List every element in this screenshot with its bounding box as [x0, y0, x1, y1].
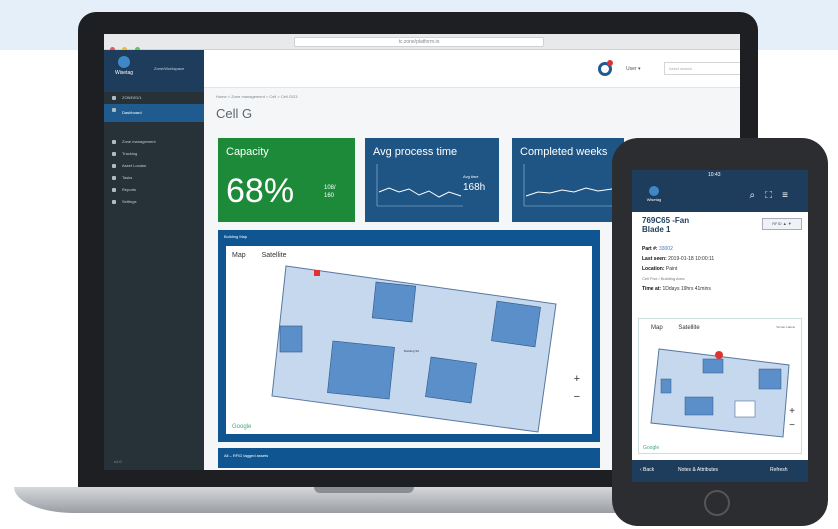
logo: Wisetag — [110, 56, 138, 86]
back-button[interactable]: ‹ Back — [640, 467, 654, 473]
avg-time-label: Avg time — [463, 174, 479, 179]
breadcrumb[interactable]: Home > Zone management > Cell > Cell G/2… — [216, 94, 298, 99]
completed-weeks-label: Completed weeks — [520, 146, 608, 158]
part-label: Part #: — [642, 246, 658, 252]
last-seen-value: 2019-01-18 10:00:11 — [668, 256, 715, 262]
phone-home-button[interactable] — [704, 490, 730, 516]
phone-tag-button[interactable]: RFID ▲ ▼ — [762, 218, 802, 230]
address-bar[interactable]: tc.zone/platform.io — [294, 37, 544, 47]
sidebar-header: Wisetag Zone/Workspace — [104, 50, 204, 92]
phone-nav-icons[interactable]: ⌕⛶≡ — [750, 190, 798, 201]
phone-map[interactable]: Map Satellite Terrain Labels + − Google — [638, 318, 802, 454]
sidebar-item-asset-locator[interactable]: Asset Locator — [104, 160, 204, 172]
notification-icon[interactable] — [598, 60, 613, 76]
last-seen-label: Last seen: — [642, 256, 667, 262]
time-at-value: 1Ddays 19hrs 41mins — [662, 286, 711, 292]
google-logo: Google — [643, 445, 660, 451]
avg-process-label: Avg process time — [373, 146, 458, 158]
phone-floor-plan — [650, 348, 790, 438]
sidebar-item-settings[interactable]: Settings — [104, 196, 204, 208]
phone-bottom-bar: ‹ Back Notes & Attributes Refresh — [632, 460, 808, 482]
zone-block — [279, 325, 303, 353]
sidebar-item-reports[interactable]: Reports — [104, 184, 204, 196]
floor-plan: Building 5A — [271, 265, 557, 433]
completed-weeks-sparkline — [523, 164, 614, 207]
phone-item-title: 769C65 -Fan Blade 1 — [642, 216, 690, 234]
sidebar-item-dashboard[interactable]: Dashboard — [104, 104, 204, 122]
laptop-base — [14, 487, 714, 513]
notes-attributes-button[interactable]: Notes & Attributes — [678, 467, 718, 473]
zone-block — [327, 340, 395, 400]
location-label: Location: — [642, 266, 665, 272]
location-sub: Cell Five / Building Area — [642, 276, 685, 281]
scene: tc.zone/platform.io Wisetag Zone/Workspa… — [0, 0, 838, 529]
workspace-label[interactable]: Zone/Workspace — [154, 66, 184, 71]
sidebar-item-zone[interactable]: ZONE/ID/1 — [104, 92, 204, 104]
phone-screen: 10:43 Wisetag ⌕⛶≡ 769C65 -Fan Blade 1 RF… — [632, 170, 808, 482]
capacity-value: 68% — [226, 172, 295, 210]
building-map-panel: Building Map Map Satellite Building 5A +… — [218, 230, 600, 442]
zone-block — [371, 281, 417, 323]
capacity-card[interactable]: Capacity 68% 108/ 160 — [218, 138, 355, 222]
menu-icon[interactable]: ≡ — [782, 190, 798, 201]
part-value: 33002 — [658, 246, 673, 252]
sidebar-item-zone-management[interactable]: Zone management — [104, 136, 204, 148]
capacity-label: Capacity — [226, 146, 269, 158]
sidebar-item-tasks[interactable]: Tasks — [104, 172, 204, 184]
completed-weeks-card[interactable]: Completed weeks — [512, 138, 624, 222]
globe-icon — [649, 186, 659, 196]
search-input[interactable]: Asset search — [664, 62, 740, 75]
expand-icon[interactable]: ⛶ — [765, 190, 782, 201]
zone-block — [491, 300, 541, 348]
zoom-controls: + − — [574, 370, 580, 406]
sidebar-item-tracking[interactable]: Tracking — [104, 148, 204, 160]
sidebar: Wisetag Zone/Workspace ZONE/ID/1 Dashboa… — [104, 50, 204, 470]
zone-block — [425, 356, 477, 404]
version-label: v1.0 — [114, 459, 122, 464]
search-icon[interactable]: ⌕ — [750, 190, 766, 201]
rfid-assets-panel[interactable]: All – RFID tagged assets — [218, 448, 600, 468]
phone-logo: Wisetag — [644, 186, 664, 206]
location-pin-icon — [715, 351, 723, 359]
zoom-in-button[interactable]: + — [789, 405, 795, 419]
refresh-button[interactable]: Refresh — [770, 467, 788, 473]
user-menu[interactable]: User ▾ — [626, 66, 640, 72]
phone-item-details: Part #: 33002 Last seen: 2019-01-18 10:0… — [642, 244, 714, 294]
time-at-label: Time at: — [642, 286, 662, 292]
logo-text: Wisetag — [114, 70, 134, 76]
asset-marker — [314, 270, 320, 276]
building-map[interactable]: Map Satellite Building 5A + − Google — [226, 246, 592, 434]
phone-zoom-controls: + − — [789, 405, 795, 433]
building-label: Building 5A — [404, 349, 419, 353]
top-navbar: User ▾ Asset search ⌕ — [204, 50, 740, 88]
globe-icon — [118, 56, 130, 68]
google-logo: Google — [232, 424, 252, 430]
zoom-in-button[interactable]: + — [574, 370, 580, 388]
browser-toolbar: tc.zone/platform.io — [104, 34, 740, 52]
zoom-out-button[interactable]: − — [574, 388, 580, 406]
avg-time-value: 168h — [463, 182, 486, 193]
phone-time: 10:43 — [708, 172, 721, 178]
phone-status-bar: 10:43 — [632, 170, 808, 182]
page-title: Cell G — [216, 106, 253, 121]
avg-process-card[interactable]: Avg process time Avg time 168h — [365, 138, 499, 222]
building-map-title: Building Map — [224, 234, 248, 239]
zoom-out-button[interactable]: − — [789, 419, 795, 433]
phone-navbar: Wisetag ⌕⛶≡ — [632, 182, 808, 212]
location-value: Paint — [665, 266, 678, 272]
capacity-detail: 108/ 160 — [324, 185, 336, 199]
